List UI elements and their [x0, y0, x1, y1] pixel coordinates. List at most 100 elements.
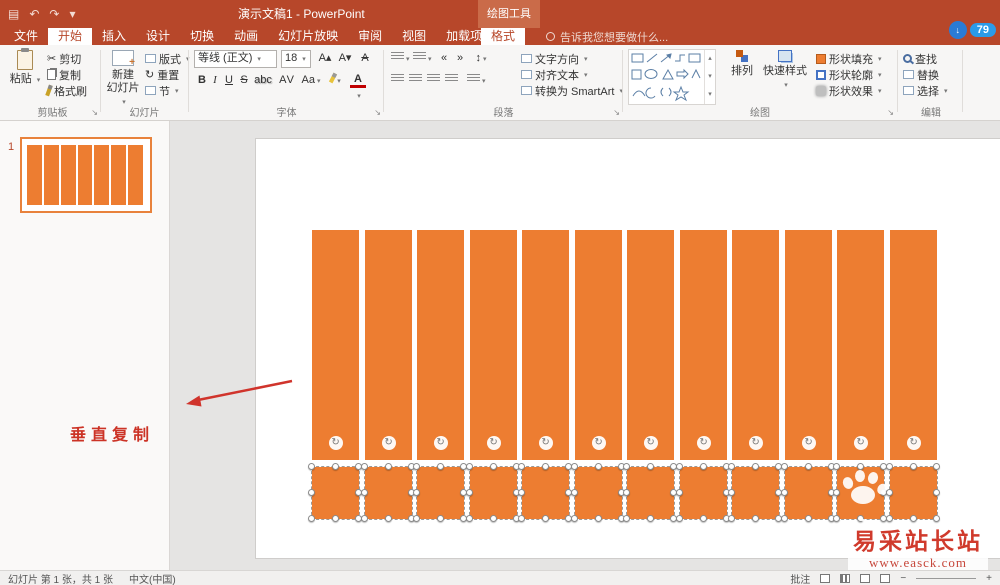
shrink-font-button[interactable]: A▾	[336, 51, 354, 65]
selection-handle[interactable]	[361, 515, 368, 522]
tab-review[interactable]: 审阅	[348, 28, 392, 45]
selection-handle[interactable]	[623, 463, 630, 470]
paste-button[interactable]: 粘贴	[8, 48, 42, 87]
select-button[interactable]: 选择	[903, 83, 948, 98]
duplicated-bar-shape[interactable]	[728, 463, 783, 522]
duplicated-bar-shape[interactable]	[676, 463, 731, 522]
orange-bar-shape[interactable]	[627, 230, 675, 460]
selection-handle[interactable]	[728, 463, 735, 470]
tab-design[interactable]: 设计	[136, 28, 180, 45]
selection-handle[interactable]	[384, 515, 392, 522]
zoom-out-icon[interactable]: −	[900, 573, 906, 584]
orange-bar-shape[interactable]	[837, 230, 885, 460]
orange-bar-shape[interactable]	[365, 230, 413, 460]
cut-button[interactable]: ✂ 剪切	[47, 51, 81, 66]
tab-animations[interactable]: 动画	[224, 28, 268, 45]
dialog-launcher-icon[interactable]: ↘	[887, 109, 894, 117]
layout-button[interactable]: 版式	[145, 51, 190, 66]
selection-handle[interactable]	[909, 463, 917, 470]
gallery-more-icon[interactable]: ▾	[705, 86, 715, 104]
tab-home[interactable]: 开始	[48, 28, 93, 45]
selection-handle[interactable]	[594, 515, 602, 522]
selection-handle[interactable]	[518, 489, 525, 496]
copy-button[interactable]: 复制	[47, 67, 81, 82]
find-button[interactable]: 查找	[903, 51, 937, 66]
align-center-button[interactable]	[409, 73, 422, 87]
selection-handle[interactable]	[466, 463, 473, 470]
orange-bar-shape[interactable]	[312, 230, 360, 460]
selection-handle[interactable]	[623, 489, 630, 496]
orange-bar-shape[interactable]	[785, 230, 833, 460]
tell-me-box[interactable]: 告诉我您想要做什么...	[546, 28, 668, 45]
selection-handle[interactable]	[676, 515, 683, 522]
selection-handle[interactable]	[676, 489, 683, 496]
selection-handle[interactable]	[361, 489, 368, 496]
selection-handle[interactable]	[781, 515, 788, 522]
reset-button[interactable]: ↻ 重置	[145, 67, 179, 82]
duplicated-bar-shape[interactable]	[518, 463, 573, 522]
selection-handle[interactable]	[933, 463, 941, 470]
quick-styles-button[interactable]: 快速样式	[762, 49, 808, 92]
selection-handle[interactable]	[833, 489, 840, 496]
download-badge[interactable]: ↓ 79	[948, 21, 996, 39]
strikethrough-button[interactable]: S	[238, 73, 250, 87]
selection-handle[interactable]	[646, 515, 654, 522]
selection-handle[interactable]	[804, 463, 812, 470]
editing-canvas[interactable]: ↻ ↻ ↻ ↻ ↻ ↻ ↻ ↻ ↻ ↻ ↻ ↻	[170, 121, 1000, 570]
tab-view[interactable]: 视图	[392, 28, 436, 45]
selection-handle[interactable]	[933, 515, 941, 522]
duplicated-bar-shape[interactable]	[833, 463, 888, 522]
tab-slideshow[interactable]: 幻灯片放映	[268, 28, 348, 45]
rotate-handle-icon[interactable]: ↻	[853, 436, 868, 450]
bold-button[interactable]: B	[196, 73, 208, 87]
rotate-handle-icon[interactable]: ↻	[801, 436, 816, 450]
shapes-gallery-scroll[interactable]: ▴ ▾ ▾	[704, 50, 715, 104]
convert-smartart-button[interactable]: 转换为 SmartArt	[521, 83, 623, 98]
selection-handle[interactable]	[781, 463, 788, 470]
selection-handle[interactable]	[541, 463, 549, 470]
selection-handle[interactable]	[933, 489, 941, 496]
selection-handle[interactable]	[751, 515, 759, 522]
duplicated-bar-shape[interactable]	[308, 463, 363, 522]
orange-bar-shape[interactable]	[732, 230, 780, 460]
zoom-in-icon[interactable]: +	[986, 573, 992, 584]
align-right-button[interactable]	[427, 73, 440, 87]
slide-sorter-icon[interactable]	[840, 573, 851, 583]
selection-handle[interactable]	[646, 463, 654, 470]
selection-handle[interactable]	[518, 515, 525, 522]
rotate-handle-icon[interactable]: ↻	[906, 436, 921, 450]
highlight-color-button[interactable]	[328, 72, 344, 89]
selection-handle[interactable]	[699, 515, 707, 522]
underline-button[interactable]: U	[223, 73, 235, 87]
gallery-down-icon[interactable]: ▾	[705, 68, 715, 86]
selection-handle[interactable]	[489, 463, 497, 470]
rotate-handle-icon[interactable]: ↻	[328, 436, 343, 450]
numbering-button[interactable]	[413, 51, 432, 67]
shapes-gallery[interactable]: ▴ ▾ ▾	[628, 49, 716, 105]
rotate-handle-icon[interactable]: ↻	[748, 436, 763, 450]
italic-button[interactable]: I	[210, 73, 220, 87]
selection-handle[interactable]	[856, 463, 864, 470]
selection-handle[interactable]	[489, 515, 497, 522]
selection-handle[interactable]	[804, 515, 812, 522]
language-status[interactable]: 中文(中国)	[129, 571, 176, 585]
selection-handle[interactable]	[466, 515, 473, 522]
text-shadow-button[interactable]: abc	[252, 73, 274, 87]
selection-handle[interactable]	[413, 489, 420, 496]
selection-handle[interactable]	[361, 463, 368, 470]
qat-more-icon[interactable]: ▾	[69, 7, 75, 21]
slide-thumbnail[interactable]	[20, 137, 152, 213]
dialog-launcher-icon[interactable]: ↘	[91, 109, 98, 117]
orange-bar-shape[interactable]	[575, 230, 623, 460]
font-size-combo[interactable]: 18	[281, 50, 311, 68]
duplicated-bar-shape[interactable]	[781, 463, 836, 522]
tab-insert[interactable]: 插入	[92, 28, 136, 45]
shape-effects-button[interactable]: 形状效果	[816, 83, 882, 98]
selection-handle[interactable]	[331, 463, 339, 470]
selection-handle[interactable]	[594, 463, 602, 470]
selection-handle[interactable]	[308, 463, 315, 470]
clear-formatting-button[interactable]: A	[358, 51, 372, 65]
grow-font-button[interactable]: A▴	[316, 51, 334, 65]
selection-handle[interactable]	[623, 515, 630, 522]
section-button[interactable]: 节	[145, 83, 179, 98]
